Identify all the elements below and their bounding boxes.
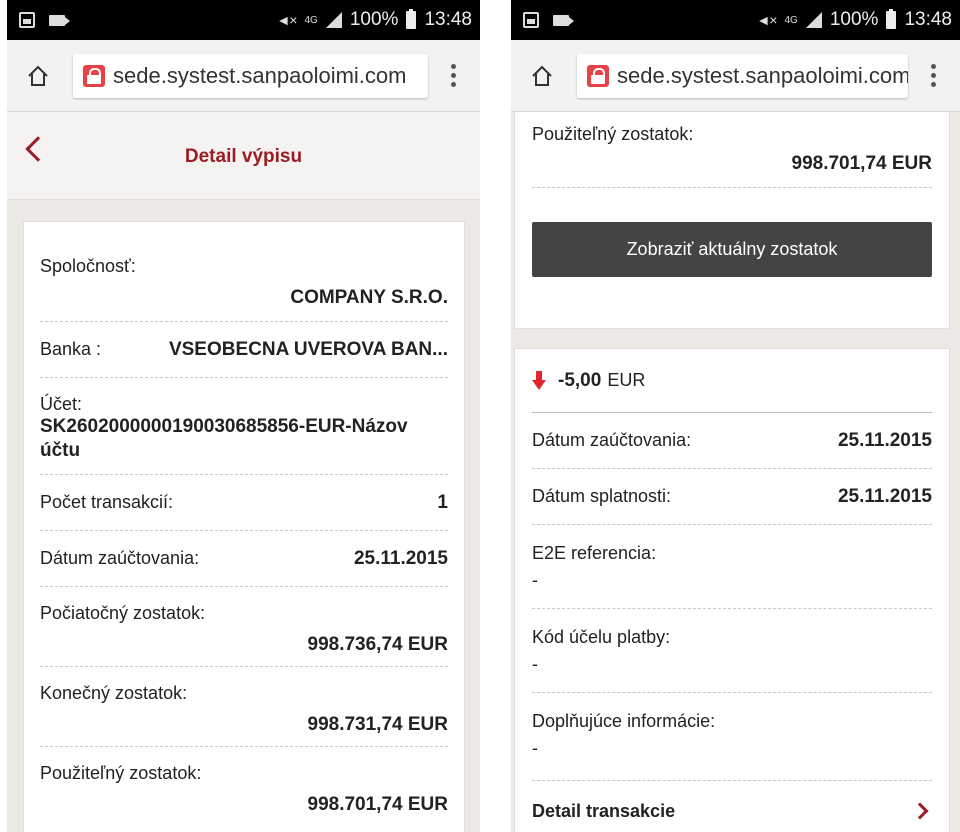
url-text: sede.systest.sanpaoloimi.com bbox=[617, 62, 908, 88]
field-due-date: Dátum splatnosti: 25.11.2015 bbox=[532, 469, 932, 525]
field-value: 998.701,74 EUR bbox=[791, 153, 933, 174]
field-value: - bbox=[532, 570, 538, 590]
field-available-balance: Použiteľný zostatok: 998.701,74 EUR bbox=[40, 747, 448, 827]
field-label: Kód účelu platby: bbox=[532, 627, 671, 647]
field-label: Dátum splatnosti: bbox=[532, 486, 672, 506]
overflow-menu-icon[interactable] bbox=[918, 64, 948, 87]
page-title: Detail výpisu bbox=[184, 146, 303, 167]
network-type: 4G bbox=[304, 14, 318, 26]
gallery-notification-icon bbox=[523, 12, 539, 28]
left-screen: ◄× 4G 100% 13:48 sede.systest.sanpaoloim… bbox=[7, 0, 480, 832]
field-opening-balance: Počiatočný zostatok: 998.736,74 EUR bbox=[40, 587, 448, 667]
amount-value: -5,00 bbox=[558, 369, 602, 391]
field-label: Použiteľný zostatok: bbox=[40, 763, 202, 783]
clock: 13:48 bbox=[904, 9, 952, 30]
field-label: Dátum zaúčtovania: bbox=[532, 430, 692, 450]
field-posting-date: Dátum zaúčtovania: 25.11.2015 bbox=[532, 413, 932, 469]
field-label: Doplňujúce informácie: bbox=[532, 711, 716, 731]
field-closing-balance: Konečný zostatok: 998.731,74 EUR bbox=[40, 667, 448, 747]
field-value: - bbox=[532, 654, 538, 674]
field-label: Počiatočný zostatok: bbox=[40, 603, 206, 623]
field-value: VSEOBECNA UVEROVA BAN... bbox=[168, 338, 448, 360]
field-value: - bbox=[532, 738, 538, 758]
field-value: 25.11.2015 bbox=[837, 429, 932, 451]
address-bar[interactable]: sede.systest.sanpaoloimi.com bbox=[73, 53, 428, 98]
field-label: Spoločnosť: bbox=[40, 256, 136, 276]
address-bar[interactable]: sede.systest.sanpaoloimi.com bbox=[577, 53, 908, 98]
page-header: Detail výpisu bbox=[7, 112, 480, 200]
field-label: Dátum zaúčtovania: bbox=[40, 548, 200, 568]
video-notification-icon bbox=[553, 14, 574, 26]
field-label: E2E referencia: bbox=[532, 543, 657, 563]
signal-icon bbox=[325, 12, 342, 28]
status-bar: ◄× 4G 100% 13:48 bbox=[511, 0, 960, 40]
field-label: Konečný zostatok: bbox=[40, 683, 188, 703]
arrow-down-icon bbox=[532, 370, 546, 391]
show-current-balance-button[interactable]: Zobraziť aktuálny zostatok bbox=[532, 222, 932, 277]
field-value: SK2602000000190030685856-EUR-Názov účtu bbox=[40, 416, 408, 461]
transaction-card: -5,00 EUR Dátum zaúčtovania: 25.11.2015 … bbox=[514, 348, 950, 832]
lock-warning-icon bbox=[587, 64, 609, 87]
field-bank: Banka : VSEOBECNA UVEROVA BAN... bbox=[40, 322, 448, 378]
field-value: 998.736,74 EUR bbox=[307, 634, 449, 655]
network-type: 4G bbox=[784, 14, 798, 26]
battery-percent: 100% bbox=[829, 9, 879, 30]
overflow-menu-icon[interactable] bbox=[438, 64, 468, 87]
url-text: sede.systest.sanpaoloimi.com bbox=[113, 62, 407, 88]
mute-icon: ◄× bbox=[756, 12, 777, 28]
lock-warning-icon bbox=[83, 64, 105, 87]
browser-toolbar: sede.systest.sanpaoloimi.com bbox=[7, 40, 480, 112]
field-account: Účet: SK2602000000190030685856-EUR-Názov… bbox=[40, 378, 448, 475]
chevron-right-icon bbox=[911, 802, 929, 820]
statement-card: Spoločnosť: COMPANY S.R.O. Banka : VSEOB… bbox=[23, 221, 465, 832]
field-value: 1 bbox=[437, 491, 448, 513]
battery-icon bbox=[886, 9, 897, 29]
field-value: 25.11.2015 bbox=[353, 547, 448, 569]
gallery-notification-icon bbox=[19, 12, 35, 28]
field-posting-date: Dátum zaúčtovania: 25.11.2015 bbox=[40, 531, 448, 587]
transaction-amount: -5,00 EUR bbox=[532, 349, 932, 413]
balance-card: Použiteľný zostatok: 998.701,74 EUR Zobr… bbox=[514, 112, 950, 329]
field-company: Spoločnosť: COMPANY S.R.O. bbox=[40, 222, 448, 322]
home-icon[interactable] bbox=[27, 65, 49, 87]
field-payment-purpose-code: Kód účelu platby: - bbox=[532, 609, 932, 693]
mute-icon: ◄× bbox=[276, 12, 297, 28]
clock: 13:48 bbox=[424, 9, 472, 30]
video-notification-icon bbox=[49, 14, 70, 26]
battery-icon bbox=[406, 9, 417, 29]
field-value: 998.701,74 EUR bbox=[307, 794, 449, 815]
battery-percent: 100% bbox=[349, 9, 399, 30]
status-bar: ◄× 4G 100% 13:48 bbox=[7, 0, 480, 40]
field-value: COMPANY S.R.O. bbox=[290, 287, 448, 308]
field-available-balance: Použiteľný zostatok: 998.701,74 EUR bbox=[532, 112, 932, 188]
field-additional-info: Doplňujúce informácie: - bbox=[532, 693, 932, 781]
field-transaction-count: Počet transakcií: 1 bbox=[40, 475, 448, 531]
browser-toolbar: sede.systest.sanpaoloimi.com bbox=[511, 40, 960, 112]
detail-link-label: Detail transakcie bbox=[532, 800, 676, 821]
home-icon[interactable] bbox=[531, 65, 553, 87]
field-label: Účet: bbox=[40, 394, 83, 414]
transaction-detail-link[interactable]: Detail transakcie bbox=[532, 781, 932, 832]
right-screen: ◄× 4G 100% 13:48 sede.systest.sanpaoloim… bbox=[511, 0, 960, 832]
field-label: Počet transakcií: bbox=[40, 492, 174, 512]
field-e2e-reference: E2E referencia: - bbox=[532, 525, 932, 609]
field-label: Použiteľný zostatok: bbox=[532, 124, 694, 144]
field-value: 998.731,74 EUR bbox=[307, 714, 449, 735]
field-label: Banka : bbox=[40, 339, 102, 359]
field-value: 25.11.2015 bbox=[837, 485, 932, 507]
signal-icon bbox=[805, 12, 822, 28]
amount-currency: EUR bbox=[607, 370, 646, 390]
